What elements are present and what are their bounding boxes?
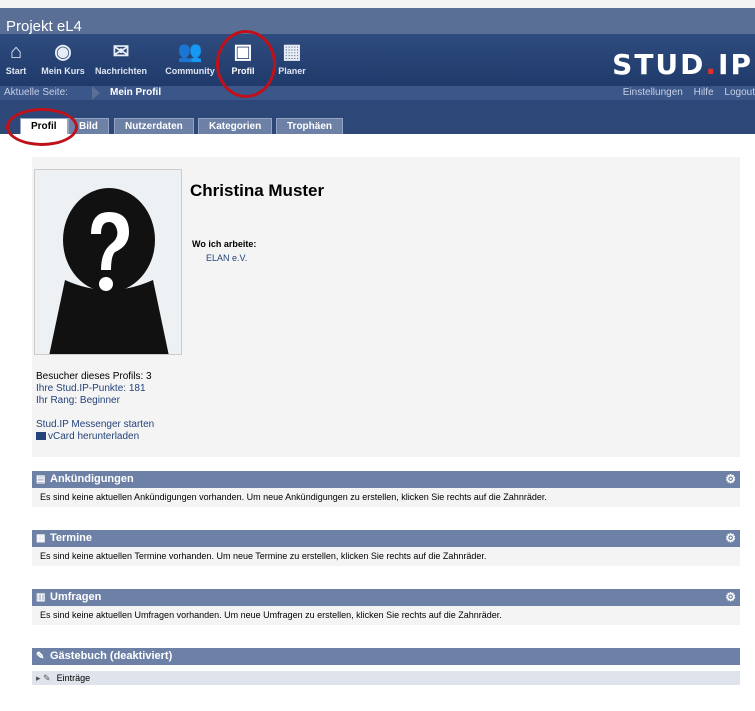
points-link[interactable]: Ihre Stud.IP-Punkte: 181 — [36, 383, 146, 394]
logout-link[interactable]: Logout — [724, 87, 755, 98]
entries-label: Einträge — [56, 673, 91, 683]
nav-label: Mein Kurs — [41, 66, 85, 76]
breadcrumb-current[interactable]: Mein Profil — [110, 86, 161, 100]
section-header: ✎ Gästebuch (deaktiviert) — [32, 648, 740, 665]
news-icon: ▤ — [36, 474, 46, 485]
unknown-user-icon — [35, 170, 181, 354]
section-polls: ▥ Umfragen ⚙ Es sind keine aktuellen Umfr… — [32, 589, 740, 625]
highlight-circle-profil-nav — [216, 30, 276, 98]
visitor-count: Besucher dieses Profils: 3 — [36, 371, 152, 382]
settings-gear-icon[interactable]: ⚙ — [725, 589, 736, 606]
profile-name: Christina Muster — [190, 181, 325, 200]
section-body: Es sind keine aktuellen Termine vorhande… — [32, 547, 740, 566]
breadcrumb: Aktuelle Seite: Mein Profil Einstellunge… — [0, 86, 755, 100]
work-value[interactable]: ELAN e.V. — [206, 253, 247, 263]
section-header: ▤ Ankündigungen ⚙ — [32, 471, 740, 488]
settings-gear-icon[interactable]: ⚙ — [725, 530, 736, 547]
section-body: Es sind keine aktuellen Ankündigungen vo… — [32, 488, 740, 507]
tab-bar: Profil Bild Nutzerdaten Kategorien Troph… — [0, 100, 755, 134]
settings-link[interactable]: Einstellungen — [623, 87, 683, 98]
top-bar: Projekt eL4 — [0, 0, 755, 35]
section-header: ▥ Umfragen ⚙ — [32, 589, 740, 606]
nav-mein-kurs[interactable]: ◉ Mein Kurs — [40, 38, 86, 84]
vcard-link[interactable]: vCard herunterladen — [36, 431, 139, 442]
profile-panel: Christina Muster Wo ich arbeite: ELAN e.… — [32, 157, 740, 457]
project-title: Projekt eL4 — [6, 18, 82, 35]
nav-start[interactable]: ⌂ Start — [4, 38, 28, 84]
nav-planer[interactable]: ▦ Planer — [276, 38, 308, 84]
highlight-circle-profil-tab — [6, 108, 78, 146]
calendar-icon: ▦ — [282, 41, 302, 63]
mail-icon: ✉ — [112, 41, 130, 63]
section-header: ▦ Termine ⚙ — [32, 530, 740, 547]
home-icon: ⌂ — [9, 41, 23, 63]
breadcrumb-arrow-icon — [92, 86, 100, 100]
nav-label: Planer — [278, 66, 306, 76]
utility-links: Einstellungen Hilfe Logout — [615, 86, 755, 100]
poll-icon: ▥ — [36, 592, 46, 603]
nav-label: Nachrichten — [94, 66, 147, 76]
nav-label: Community — [165, 66, 215, 76]
avatar[interactable] — [34, 169, 182, 355]
tab-trophaeen[interactable]: Trophäen — [276, 118, 344, 134]
work-label: Wo ich arbeite: — [192, 239, 257, 249]
settings-gear-icon[interactable]: ⚙ — [725, 471, 736, 488]
rank-link[interactable]: Ihr Rang: Beginner — [36, 395, 120, 406]
expand-arrow-icon[interactable]: ▸ ✎ — [36, 673, 51, 683]
calendar-icon: ▦ — [36, 533, 46, 544]
breadcrumb-label: Aktuelle Seite: — [4, 87, 68, 98]
brand-logo: STUD.IP — [612, 48, 753, 81]
guestbook-icon: ✎ — [36, 651, 45, 662]
vcard-label: vCard herunterladen — [48, 431, 140, 442]
section-announcements: ▤ Ankündigungen ⚙ Es sind keine aktuellen… — [32, 471, 740, 507]
section-guestbook: ✎ Gästebuch (deaktiviert) ▸ ✎ Einträge — [32, 648, 740, 685]
section-dates: ▦ Termine ⚙ Es sind keine aktuellen Termi… — [32, 530, 740, 566]
help-link[interactable]: Hilfe — [694, 87, 714, 98]
nav-label: Start — [5, 66, 27, 76]
tab-kategorien[interactable]: Kategorien — [198, 118, 273, 134]
messenger-link[interactable]: Stud.IP Messenger starten — [36, 419, 154, 430]
guestbook-entries-row[interactable]: ▸ ✎ Einträge — [32, 671, 740, 685]
section-body: Es sind keine aktuellen Umfragen vorhand… — [32, 606, 740, 625]
vcard-icon — [36, 432, 46, 441]
tab-nutzerdaten[interactable]: Nutzerdaten — [114, 118, 194, 134]
course-icon: ◉ — [54, 41, 72, 63]
nav-nachrichten[interactable]: ✉ Nachrichten — [92, 38, 150, 84]
main-navigation: ⌂ Start ◉ Mein Kurs ✉ Nachrichten 👥 Comm… — [0, 34, 755, 86]
